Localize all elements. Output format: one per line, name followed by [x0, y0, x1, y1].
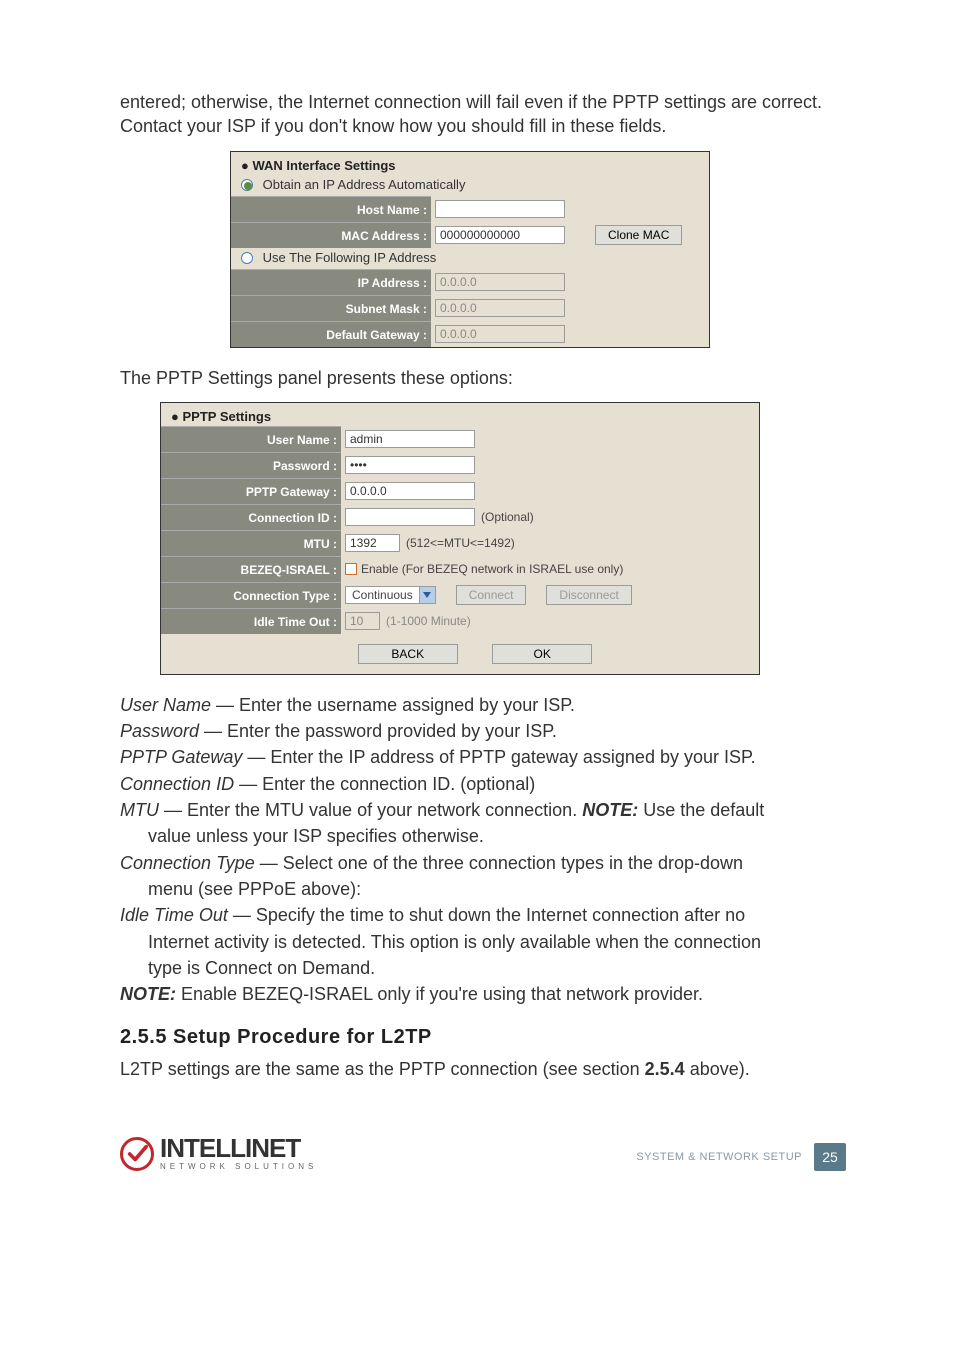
definitions-block: User Name — Enter the username assigned …	[120, 693, 854, 1007]
action-row: BACK OK	[161, 634, 759, 674]
ok-button[interactable]: OK	[492, 644, 592, 664]
section-heading: 2.5.5 Setup Procedure for L2TP	[120, 1026, 854, 1049]
mtu-input[interactable]	[345, 534, 400, 552]
use-following-label: Use The Following IP Address	[263, 250, 437, 265]
idle-timeout-label: Idle Time Out :	[161, 608, 341, 634]
user-name-label: User Name :	[161, 426, 341, 452]
pptp-intro-text: The PPTP Settings panel presents these o…	[120, 366, 854, 390]
wan-panel-title: ● WAN Interface Settings	[231, 152, 709, 175]
mtu-label: MTU :	[161, 530, 341, 556]
idle-timeout-hint: (1-1000 Minute)	[386, 614, 471, 628]
obtain-auto-label: Obtain an IP Address Automatically	[263, 177, 466, 192]
password-label: Password :	[161, 452, 341, 478]
host-name-input[interactable]	[435, 200, 565, 218]
mac-address-label: MAC Address :	[231, 222, 431, 248]
host-name-label: Host Name :	[231, 196, 431, 222]
password-input[interactable]	[345, 456, 475, 474]
disconnect-button: Disconnect	[546, 585, 631, 605]
subnet-mask-input	[435, 299, 565, 317]
page-number: 25	[814, 1143, 846, 1171]
pptp-gateway-label: PPTP Gateway :	[161, 478, 341, 504]
brand-logo: INTELLINET NETWORK SOLUTIONS	[120, 1137, 317, 1171]
pptp-gateway-input[interactable]	[345, 482, 475, 500]
bezeq-checkbox[interactable]	[345, 563, 357, 575]
ip-address-input	[435, 273, 565, 291]
use-following-radio-row[interactable]: Use The Following IP Address	[231, 248, 709, 269]
chevron-down-icon	[419, 587, 435, 603]
connection-type-label: Connection Type :	[161, 582, 341, 608]
idle-timeout-input	[345, 612, 380, 630]
subnet-mask-label: Subnet Mask :	[231, 295, 431, 321]
pptp-settings-panel: ● PPTP Settings User Name : Password : P…	[160, 402, 760, 675]
intro-paragraph: entered; otherwise, the Internet connect…	[120, 90, 854, 139]
radio-unselected-icon	[241, 252, 253, 264]
bezeq-label: BEZEQ-ISRAEL :	[161, 556, 341, 582]
footer-section-label: SYSTEM & NETWORK SETUP	[636, 1151, 802, 1163]
default-gateway-label: Default Gateway :	[231, 321, 431, 347]
connection-id-input[interactable]	[345, 508, 475, 526]
connection-id-hint: (Optional)	[481, 510, 534, 524]
mac-address-input[interactable]	[435, 226, 565, 244]
obtain-auto-radio-row[interactable]: Obtain an IP Address Automatically	[231, 175, 709, 196]
l2tp-paragraph: L2TP settings are the same as the PPTP c…	[120, 1057, 854, 1081]
back-button[interactable]: BACK	[358, 644, 458, 664]
radio-selected-icon	[241, 179, 253, 191]
wan-settings-panel: ● WAN Interface Settings Obtain an IP Ad…	[230, 151, 710, 348]
brand-name: INTELLINET	[160, 1137, 317, 1160]
connection-type-select[interactable]: Continuous	[345, 586, 436, 604]
bezeq-text: Enable (For BEZEQ network in ISRAEL use …	[361, 562, 623, 576]
brand-tagline: NETWORK SOLUTIONS	[160, 1162, 317, 1171]
mtu-hint: (512<=MTU<=1492)	[406, 536, 515, 550]
ip-address-label: IP Address :	[231, 269, 431, 295]
pptp-panel-title: ● PPTP Settings	[161, 403, 759, 426]
check-circle-icon	[120, 1137, 154, 1171]
connect-button: Connect	[456, 585, 527, 605]
connection-id-label: Connection ID :	[161, 504, 341, 530]
user-name-input[interactable]	[345, 430, 475, 448]
page-footer: INTELLINET NETWORK SOLUTIONS SYSTEM & NE…	[120, 1137, 854, 1171]
clone-mac-button[interactable]: Clone MAC	[595, 225, 682, 245]
default-gateway-input	[435, 325, 565, 343]
